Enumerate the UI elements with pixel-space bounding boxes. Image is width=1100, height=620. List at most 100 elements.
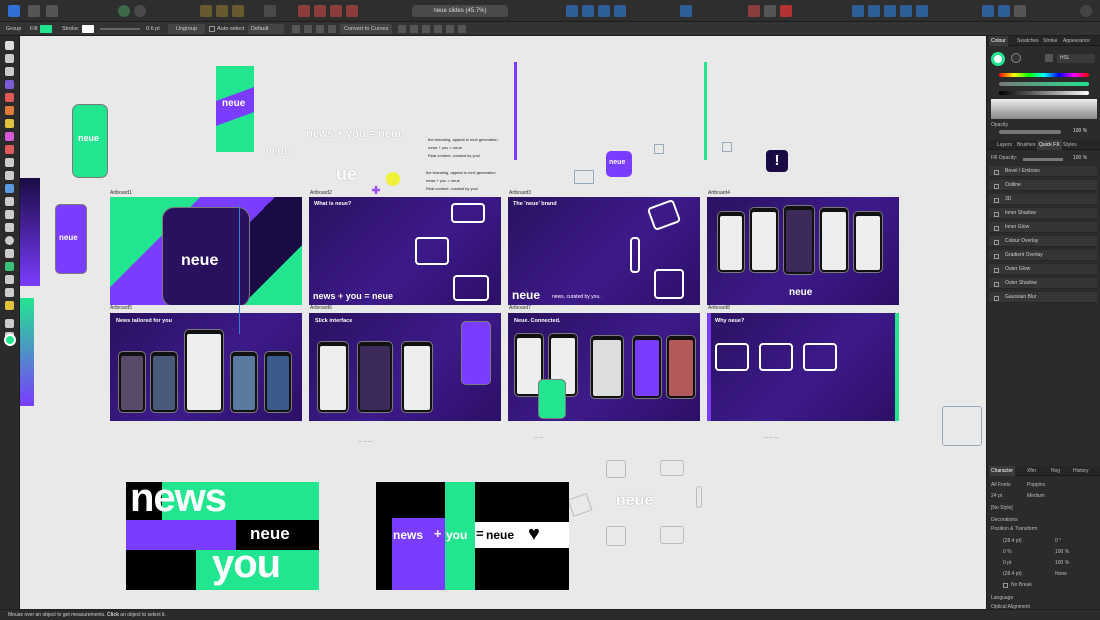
left-clipped-gradient[interactable] xyxy=(20,298,34,406)
rotate-icon[interactable] xyxy=(316,25,324,33)
stroke-width-value[interactable]: 0.6 pt xyxy=(146,22,160,36)
tab-styles[interactable]: Styles xyxy=(1061,140,1079,150)
green-bar[interactable] xyxy=(704,62,707,160)
poster-news-plus-you[interactable]: news + you = neue ♥ xyxy=(376,482,569,590)
snapping-icon[interactable] xyxy=(118,5,130,17)
note-4[interactable]: the branding, appeal to next generation xyxy=(426,170,496,175)
align-right-icon[interactable] xyxy=(232,5,244,17)
flip-icon[interactable] xyxy=(304,25,312,33)
boolean-intersect-icon[interactable] xyxy=(330,5,342,17)
color-model-dropdown[interactable]: HSL xyxy=(1057,54,1095,63)
distribute-icon[interactable] xyxy=(446,25,454,33)
account-icon[interactable] xyxy=(1080,5,1092,17)
transform-value-6[interactable]: 100 % xyxy=(1055,560,1069,566)
stroke-width-slider[interactable] xyxy=(100,28,140,30)
section-decorations[interactable]: Decorations xyxy=(991,517,1018,523)
artboard-6[interactable]: Slick interface xyxy=(309,313,501,421)
fill-opacity-slider[interactable] xyxy=(1023,158,1063,161)
color-picker-icon[interactable] xyxy=(5,262,14,271)
grid-icon[interactable] xyxy=(764,5,776,17)
fill-stroke-well[interactable] xyxy=(4,334,16,346)
fx-inner-glow[interactable]: Inner Glow xyxy=(989,222,1097,233)
fill-tool-icon[interactable] xyxy=(5,132,14,141)
note-2[interactable]: news + you = neue xyxy=(428,145,462,150)
artboard-4[interactable]: neue xyxy=(707,197,899,305)
flip-vertical-icon[interactable] xyxy=(582,5,594,17)
artboard-2[interactable]: What is neue? news + you = neue xyxy=(309,197,501,305)
fill-color-well[interactable] xyxy=(991,52,1005,66)
fx-3d[interactable]: 3D xyxy=(989,194,1097,205)
tab-appearance[interactable]: Appearance xyxy=(1061,36,1092,46)
shapes-tool-icon[interactable] xyxy=(5,249,14,258)
note-5[interactable]: news + you = neue xyxy=(426,178,460,183)
zoom-tool-icon[interactable] xyxy=(5,319,14,328)
align-center-text-icon[interactable] xyxy=(410,25,418,33)
fx-gaussian-blur[interactable]: Gaussian Blur xyxy=(989,292,1097,303)
boolean-add-icon[interactable] xyxy=(298,5,310,17)
node-tool-icon[interactable] xyxy=(5,54,14,63)
opacity-slider[interactable] xyxy=(999,130,1061,134)
fx-colour-overlay[interactable]: Colour Overlay xyxy=(989,236,1097,247)
app-logo-icon[interactable] xyxy=(8,5,20,17)
text-style[interactable]: [No Style] xyxy=(991,505,1013,511)
rotate-right-icon[interactable] xyxy=(614,5,626,17)
luminosity-slider[interactable] xyxy=(999,91,1089,95)
stroke-color-well[interactable] xyxy=(1011,53,1021,63)
transform-value-7[interactable]: (28.4 pt) xyxy=(1003,571,1022,577)
transform-value-3[interactable]: 0 % xyxy=(1003,549,1012,555)
transparency-tool-icon[interactable] xyxy=(5,145,14,154)
section-language[interactable]: Language xyxy=(991,595,1013,601)
tab-history[interactable]: History xyxy=(1071,466,1091,476)
ungroup-button[interactable]: Ungroup xyxy=(168,24,206,34)
tab-character[interactable]: Character xyxy=(989,466,1015,476)
saturation-slider[interactable] xyxy=(999,82,1089,86)
font-size[interactable]: 24 pt xyxy=(991,493,1002,499)
rotate-left-icon[interactable] xyxy=(598,5,610,17)
shape-builder-icon[interactable] xyxy=(5,171,14,180)
fx-inner-shadow[interactable]: Inner Shadow xyxy=(989,208,1097,219)
tab-brushes[interactable]: Brushes xyxy=(1015,140,1037,150)
note-1[interactable]: the branding, appeal to next generation xyxy=(428,137,498,142)
persona-pixel-icon[interactable] xyxy=(28,5,40,17)
contour-tool-icon[interactable] xyxy=(5,80,14,89)
tab-quick-fx[interactable]: Quick FX xyxy=(1037,140,1062,150)
stroke-swatch[interactable] xyxy=(82,25,94,33)
zoom-region-icon[interactable] xyxy=(5,197,14,206)
boolean-subtract-icon[interactable] xyxy=(314,5,326,17)
align-left-icon[interactable] xyxy=(200,5,212,17)
large-logo-white[interactable]: ue xyxy=(336,164,357,185)
hue-slider[interactable] xyxy=(999,73,1089,77)
tab-nvg[interactable]: Nvg xyxy=(1049,466,1062,476)
opacity-value[interactable]: 100 % xyxy=(1073,128,1087,134)
align-center-icon[interactable] xyxy=(216,5,228,17)
artboard-3[interactable]: The 'neue' brand neue news, curated by y… xyxy=(508,197,700,305)
fx-outer-glow[interactable]: Outer Glow xyxy=(989,264,1097,275)
align-left-text-icon[interactable] xyxy=(398,25,406,33)
fx-outline[interactable]: Outline xyxy=(989,180,1097,191)
vector-crop-icon[interactable] xyxy=(5,184,14,193)
snap-toggle-icon[interactable] xyxy=(748,5,760,17)
order-front-icon[interactable] xyxy=(852,5,864,17)
tab-stroke[interactable]: Stroke xyxy=(1041,36,1059,46)
flip-horizontal-icon[interactable] xyxy=(566,5,578,17)
artboard-5[interactable]: News tailored for you xyxy=(110,313,302,421)
brush-tool-icon[interactable] xyxy=(5,119,14,128)
order-forward-icon[interactable] xyxy=(868,5,880,17)
assistant-icon[interactable] xyxy=(998,5,1010,17)
lock-icon[interactable] xyxy=(1045,54,1053,62)
exclamation-app-icon[interactable]: ! xyxy=(766,150,788,172)
auto-select-checkbox[interactable] xyxy=(209,26,215,32)
pencil-tool-icon[interactable] xyxy=(5,106,14,115)
fx-outer-shadow[interactable]: Outer Shadow xyxy=(989,278,1097,289)
eyedropper-icon[interactable] xyxy=(5,288,14,297)
fx-bevel-emboss[interactable]: Bevel / Emboss xyxy=(989,166,1097,177)
note-6[interactable]: Real content, curated by you! xyxy=(426,186,478,191)
note-3[interactable]: Real content, curated by you! xyxy=(428,153,480,158)
phone-mockup-logo[interactable]: neue xyxy=(72,104,108,178)
vertical-logo-card[interactable]: neue xyxy=(216,66,254,152)
order-back-icon[interactable] xyxy=(900,5,912,17)
gear-icon[interactable] xyxy=(134,5,146,17)
persona-export-icon[interactable] xyxy=(46,5,58,17)
no-break-checkbox[interactable] xyxy=(1003,583,1008,588)
tab-swatches[interactable]: Swatches xyxy=(1015,36,1041,46)
